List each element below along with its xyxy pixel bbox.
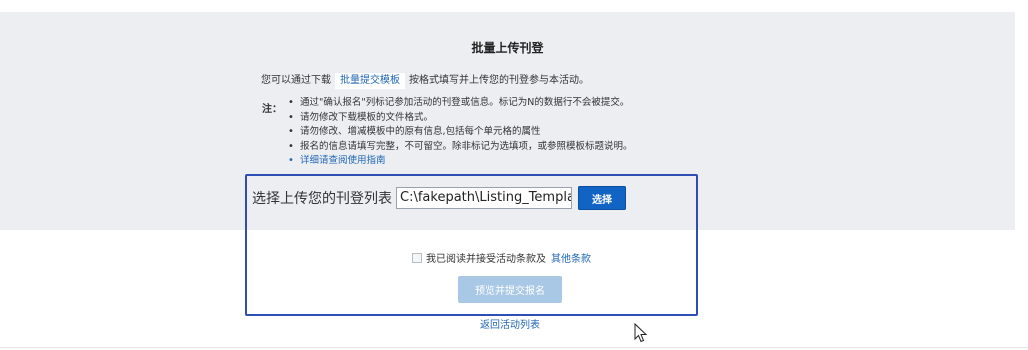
divider [0, 347, 1028, 348]
file-path-input[interactable]: C:\fakepath\Listing_Templat [396, 187, 572, 209]
note-item: 通过"确认报名"列标记参加活动的刊登或信息。标记为N的数据行不会被提交。 [288, 96, 633, 111]
choose-file-button[interactable]: 选择 [578, 186, 626, 210]
page-title: 批量上传刊登 [471, 41, 544, 55]
note-item: 报名的信息请填写完整，不可留空。除非标记为选填项，或参照模板标题说明。 [288, 140, 633, 155]
intro-suffix: 按格式填写并上传您的刊登参与本活动。 [409, 75, 589, 86]
agreement-row: 我已阅读并接受活动条款及 其他条款 [412, 250, 591, 265]
note-item: 请勿修改、增减模板中的原有信息,包括每个单元格的属性 [288, 125, 633, 140]
agreement-text: 我已阅读并接受活动条款及 [426, 254, 546, 265]
preview-submit-button[interactable]: 预览并提交报名 [458, 276, 562, 303]
back-to-list-label[interactable]: 返回活动列表 [480, 320, 540, 331]
agree-checkbox[interactable] [412, 252, 422, 263]
back-to-list-link: 返回活动列表 [0, 316, 1020, 331]
upload-label: 选择上传您的刊登列表 [252, 191, 392, 207]
intro-text: 您可以通过下载 批量提交模板 按格式填写并上传您的刊登参与本活动。 [261, 73, 589, 89]
note-item: 请勿修改下载模板的文件格式。 [288, 111, 633, 126]
download-template-link[interactable]: 批量提交模板 [335, 73, 405, 89]
other-terms-link[interactable]: 其他条款 [551, 250, 591, 265]
upload-row: 选择上传您的刊登列表 C:\fakepath\Listing_Templat 选… [252, 185, 626, 211]
intro-prefix: 您可以通过下载 [261, 75, 331, 86]
usage-guide-link[interactable]: 详细请查阅使用指南 [288, 154, 633, 169]
notes-list: 通过"确认报名"列标记参加活动的刊登或信息。标记为N的数据行不会被提交。 请勿修… [288, 96, 633, 169]
notes-label: 注： [262, 104, 282, 115]
mouse-pointer-icon [634, 323, 648, 343]
